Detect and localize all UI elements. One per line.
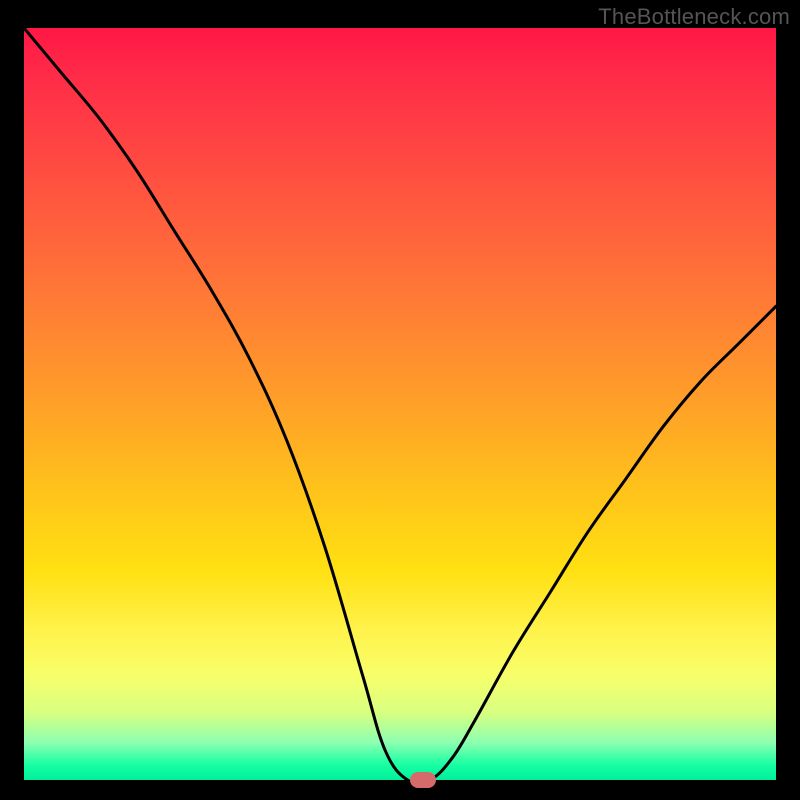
watermark-text: TheBottleneck.com [598, 4, 790, 30]
chart-frame: TheBottleneck.com [0, 0, 800, 800]
optimal-marker [410, 772, 436, 788]
bottleneck-curve [24, 28, 776, 780]
plot-area [24, 28, 776, 780]
